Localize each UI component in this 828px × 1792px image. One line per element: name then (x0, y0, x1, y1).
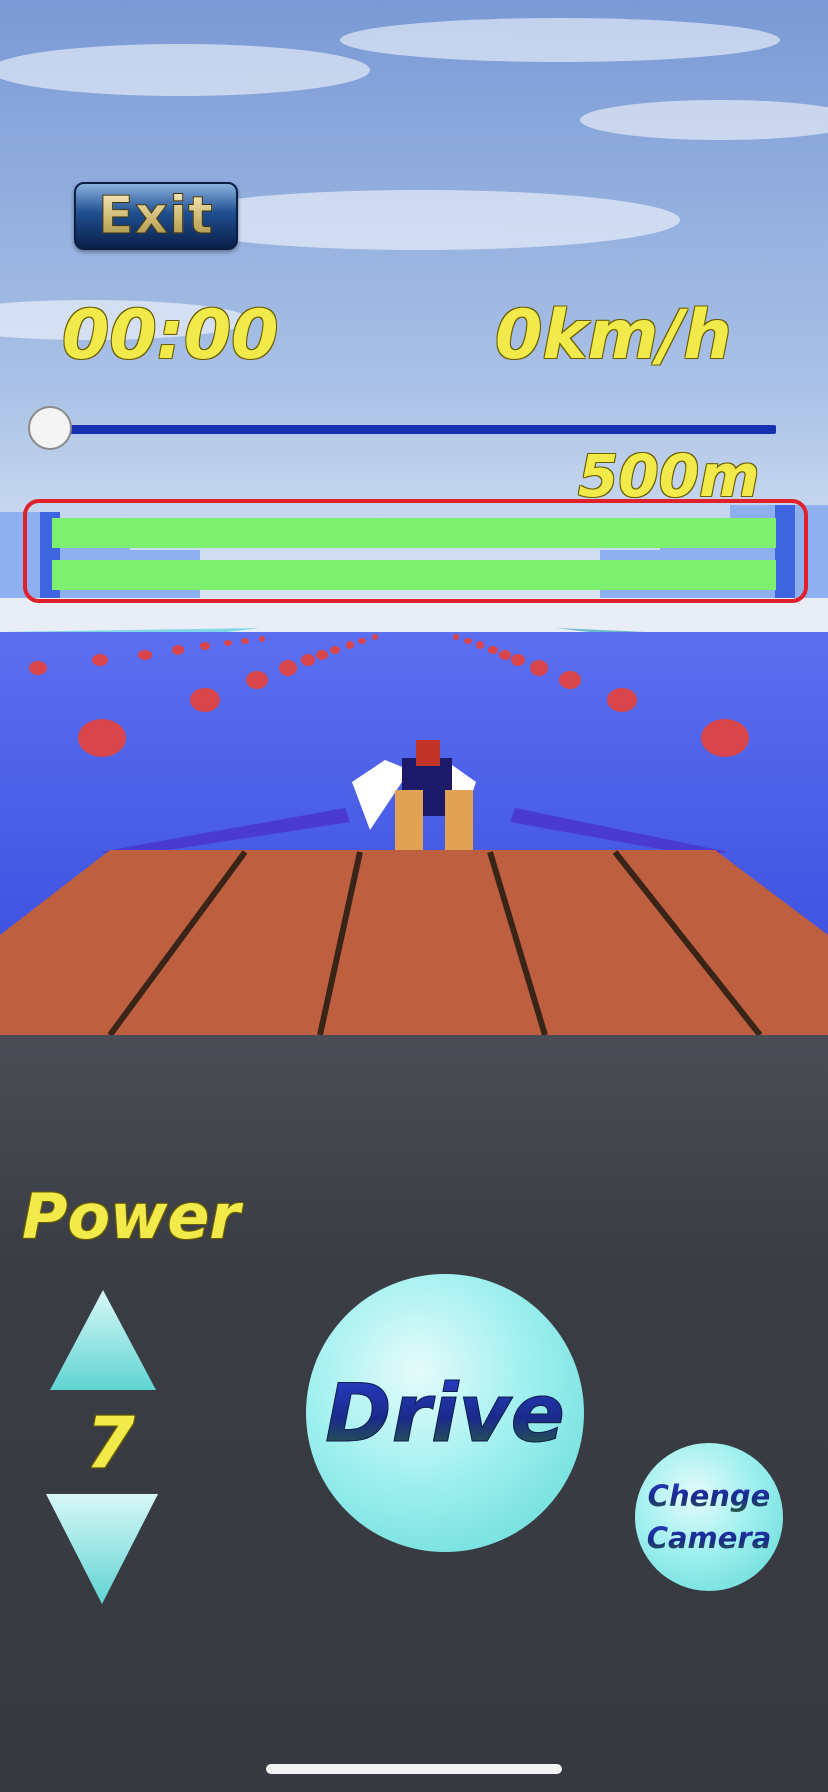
green-bar-bottom (52, 560, 776, 590)
race-progress-track (50, 425, 776, 434)
exit-button-label: Exit (98, 186, 214, 247)
race-timer: 00:00 (62, 296, 279, 375)
power-label: Power (22, 1180, 240, 1253)
drive-button-label: Drive (325, 1366, 566, 1460)
triangle-up-icon (50, 1290, 156, 1390)
camera-label-line2: Camera (647, 1517, 772, 1559)
speed-readout: 0km/h (495, 296, 732, 375)
green-bar-top (52, 518, 776, 548)
home-indicator[interactable] (266, 1764, 562, 1774)
change-camera-button[interactable]: Chenge Camera (635, 1443, 783, 1591)
exit-button[interactable]: Exit (74, 182, 238, 250)
power-level: 7 (86, 1402, 135, 1484)
drive-button[interactable]: Drive (306, 1274, 584, 1552)
power-down-button[interactable] (46, 1494, 158, 1604)
boat-deck (0, 850, 828, 1035)
power-up-button[interactable] (50, 1290, 156, 1390)
camera-label-line1: Chenge (648, 1475, 771, 1517)
race-progress-marker (28, 406, 72, 450)
triangle-down-icon (46, 1494, 158, 1604)
